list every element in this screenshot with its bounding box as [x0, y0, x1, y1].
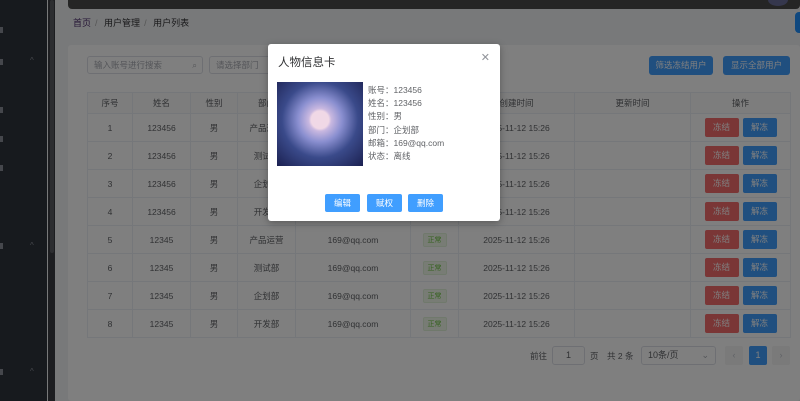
info-status: 状态：离线	[368, 151, 411, 162]
delete-button[interactable]: 删除	[408, 194, 443, 212]
info-email: 邮箱：169@qq.com	[368, 137, 445, 148]
grant-permission-button[interactable]: 赋权	[367, 194, 402, 212]
info-gender: 性别：男	[368, 111, 403, 122]
user-avatar-image	[277, 82, 363, 166]
info-department: 部门：企划部	[368, 124, 420, 135]
edit-button[interactable]: 编辑	[325, 194, 360, 212]
close-icon[interactable]: ✕	[481, 51, 490, 64]
dialog-title: 人物信息卡	[278, 57, 336, 69]
person-info-dialog: 人物信息卡 ✕ 账号：123456 姓名：123456 性别：男 部门：企划部 …	[268, 44, 500, 221]
info-account: 账号：123456	[368, 85, 422, 95]
info-name: 姓名：123456	[368, 98, 422, 109]
user-info-list: 账号：123456 姓名：123456 性别：男 部门：企划部 邮箱：169@q…	[368, 84, 444, 163]
